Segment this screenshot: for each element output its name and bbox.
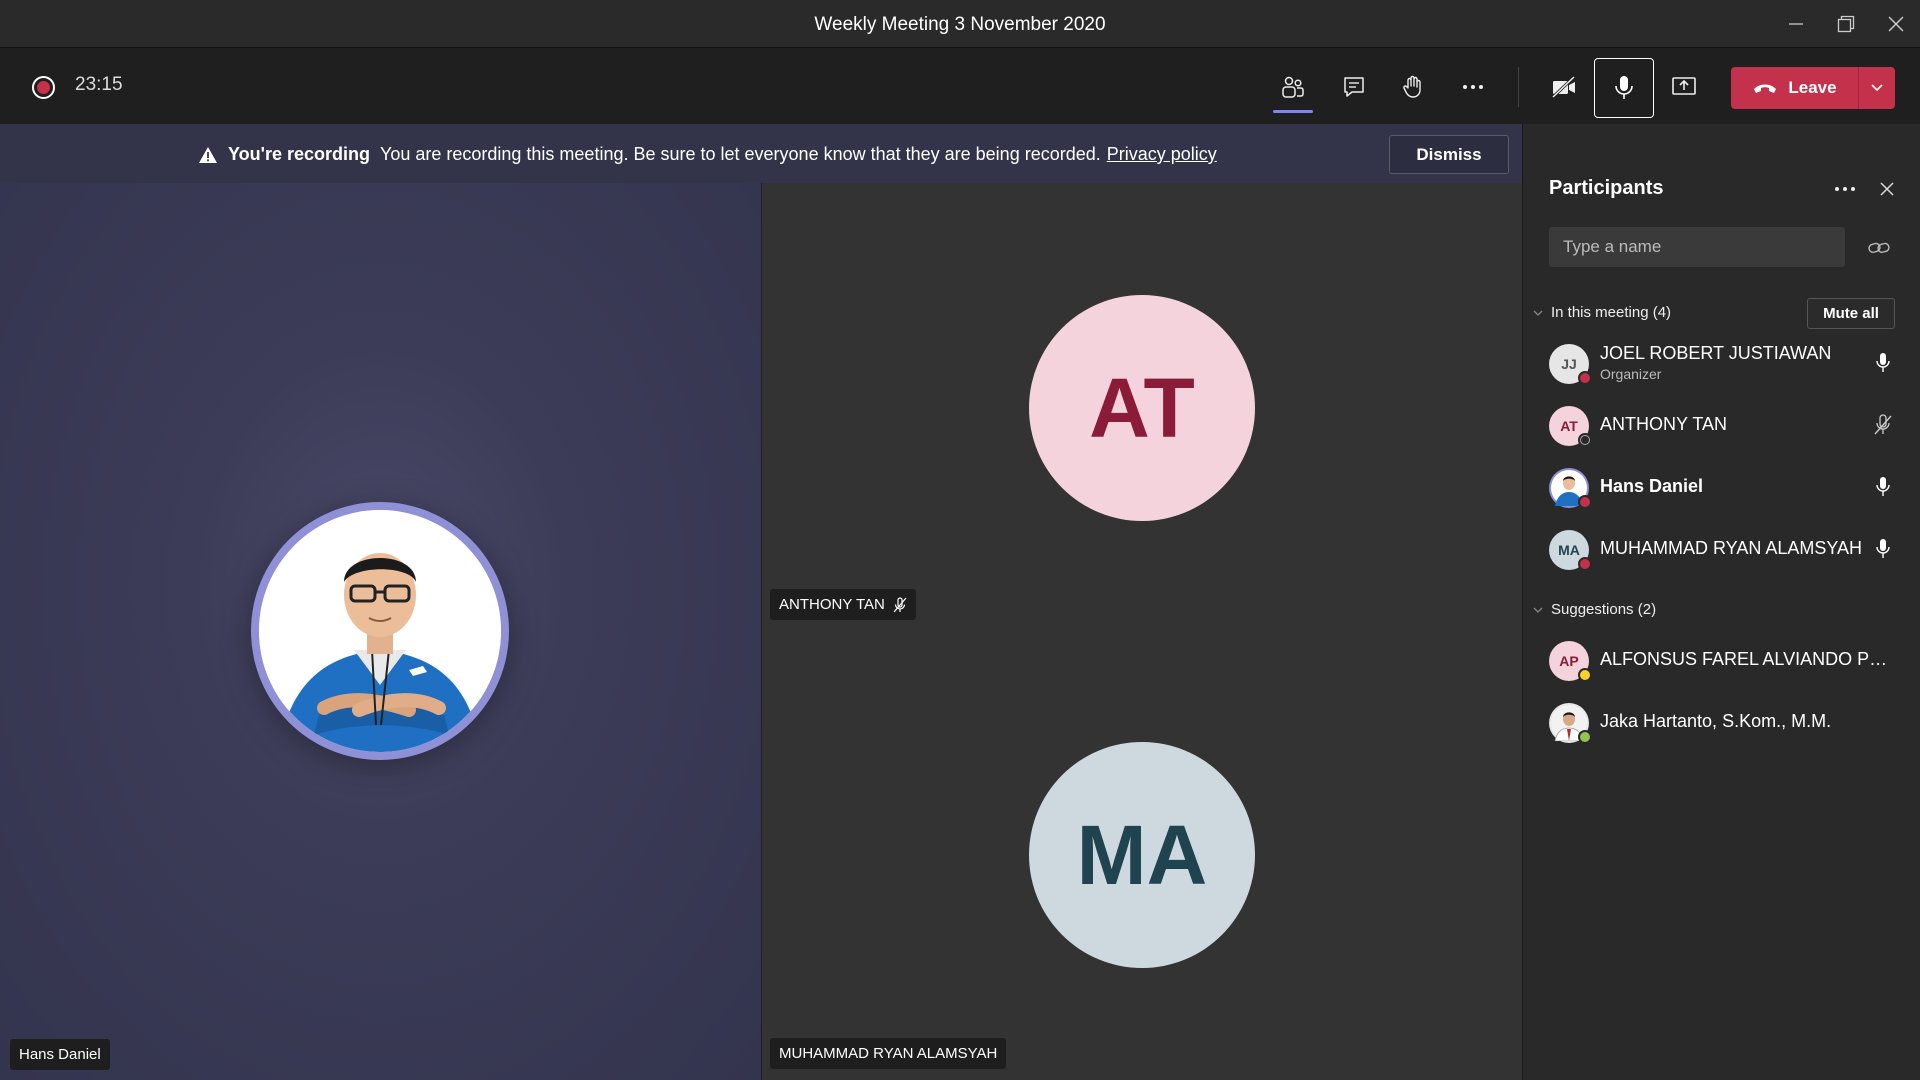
participant-photo-avatar [251, 502, 509, 760]
title-bar: Weekly Meeting 3 November 2020 [0, 0, 1920, 48]
microphone-icon [1876, 477, 1890, 496]
show-participants-button[interactable] [1269, 63, 1317, 113]
hand-icon [1403, 75, 1421, 98]
privacy-policy-link[interactable]: Privacy policy [1107, 144, 1217, 165]
status-busy-icon [1578, 371, 1592, 385]
link-icon [1868, 242, 1890, 253]
more-actions-button[interactable] [1449, 63, 1497, 111]
participant-name: JOEL ROBERT JUSTIAWAN [1600, 343, 1832, 363]
participant-row[interactable]: MA MUHAMMAD RYAN ALAMSYAH [1523, 520, 1920, 578]
participant-row[interactable]: AT ANTHONY TAN [1523, 396, 1920, 454]
banner-heading: You're recording [228, 144, 370, 164]
microphone-icon [1615, 76, 1633, 99]
banner-message: You are recording this meeting. Be sure … [379, 144, 1101, 164]
warning-icon [199, 146, 217, 163]
tile-name-label: Hans Daniel [10, 1039, 110, 1070]
chevron-down-icon [1871, 84, 1883, 92]
leave-label: Leave [1788, 78, 1837, 97]
participant-mic-status [1871, 351, 1895, 375]
close-window-button[interactable] [1872, 0, 1920, 48]
panel-more-options-button[interactable] [1825, 169, 1865, 209]
people-icon [1282, 76, 1304, 98]
video-tile-anthony-tan[interactable]: AT ANTHONY TAN [762, 183, 1522, 631]
participant-row[interactable]: JJ JOEL ROBERT JUSTIAWAN Organizer [1523, 334, 1920, 392]
person-photo-icon [259, 510, 501, 752]
participant-name: Jaka Hartanto, S.Kom., M.M. [1600, 711, 1832, 731]
initials-avatar: AT [1029, 295, 1255, 521]
microphone-icon [1876, 539, 1890, 558]
meeting-timer: 23:15 [75, 74, 123, 95]
show-chat-button[interactable] [1330, 63, 1378, 111]
close-icon [1880, 182, 1894, 196]
status-busy-icon [1578, 495, 1592, 509]
participant-role: Organizer [1600, 366, 1662, 382]
video-tile-muhammad-ryan-alamsyah[interactable]: MA MUHAMMAD RYAN ALAMSYAH [762, 631, 1522, 1080]
leave-button[interactable]: Leave [1731, 67, 1858, 109]
camera-off-icon [1551, 75, 1576, 99]
share-invite-button[interactable] [1863, 232, 1895, 264]
close-panel-button[interactable] [1867, 169, 1907, 209]
chat-icon [1344, 77, 1364, 97]
mic-muted-icon [893, 596, 907, 612]
window-title: Weekly Meeting 3 November 2020 [814, 14, 1106, 35]
recording-indicator-icon [32, 76, 55, 99]
dismiss-button[interactable]: Dismiss [1389, 135, 1509, 174]
participant-mic-status [1871, 475, 1895, 499]
initials-avatar: MA [1029, 742, 1255, 968]
mic-muted-icon [1874, 414, 1892, 435]
tile-name-label: MUHAMMAD RYAN ALAMSYAH [770, 1038, 1007, 1069]
mic-toggle-button[interactable] [1594, 58, 1654, 118]
suggestions-section-header[interactable]: Suggestions (2) [1533, 601, 1656, 618]
raise-hand-button[interactable] [1389, 63, 1437, 111]
video-tile-hans-daniel[interactable]: Hans Daniel [0, 183, 761, 1080]
mute-all-button[interactable]: Mute all [1807, 298, 1895, 329]
suggestion-row[interactable]: AP ALFONSUS FAREL ALVIANDO PRATA... [1523, 631, 1920, 689]
status-offline-icon [1578, 433, 1592, 447]
suggestion-row[interactable]: Jaka Hartanto, S.Kom., M.M. [1523, 693, 1920, 751]
more-icon [1835, 187, 1855, 191]
panel-title: Participants [1549, 177, 1664, 199]
status-busy-icon [1578, 557, 1592, 571]
participant-search-input[interactable] [1549, 227, 1845, 267]
in-meeting-section-header[interactable]: In this meeting (4) [1533, 304, 1671, 321]
participant-mic-status [1871, 537, 1895, 561]
participant-mic-status [1871, 413, 1895, 437]
more-icon [1463, 85, 1483, 89]
chevron-down-icon [1533, 310, 1543, 316]
restore-icon [1837, 15, 1855, 33]
meeting-toolbar: 23:15 Leave [0, 49, 1920, 123]
chevron-down-icon [1533, 607, 1543, 613]
share-screen-icon [1672, 77, 1696, 95]
status-available-icon [1578, 730, 1592, 744]
leave-options-button[interactable] [1859, 67, 1895, 109]
participants-panel: Participants In this meeting (4) Mute al… [1522, 124, 1920, 1080]
participant-name: ALFONSUS FAREL ALVIANDO PRATA... [1600, 649, 1890, 669]
minimize-button[interactable] [1772, 0, 1820, 48]
status-away-icon [1578, 668, 1592, 682]
minimize-icon [1789, 23, 1803, 25]
participant-name: MUHAMMAD RYAN ALAMSYAH [1600, 538, 1863, 558]
restore-button[interactable] [1822, 0, 1870, 48]
tile-name-label: ANTHONY TAN [770, 589, 916, 620]
participant-row[interactable]: Hans Daniel [1523, 458, 1920, 516]
share-screen-button[interactable] [1660, 63, 1708, 111]
participant-name: Hans Daniel [1600, 476, 1704, 496]
leave-button-group: Leave [1731, 67, 1895, 109]
hang-up-icon [1754, 84, 1777, 93]
microphone-icon [1876, 353, 1890, 372]
camera-toggle-button[interactable] [1540, 63, 1588, 111]
toolbar-divider [1518, 67, 1519, 107]
recording-banner: You're recording You are recording this … [0, 124, 1522, 183]
close-icon [1888, 16, 1904, 32]
participant-name: ANTHONY TAN [1600, 414, 1728, 434]
